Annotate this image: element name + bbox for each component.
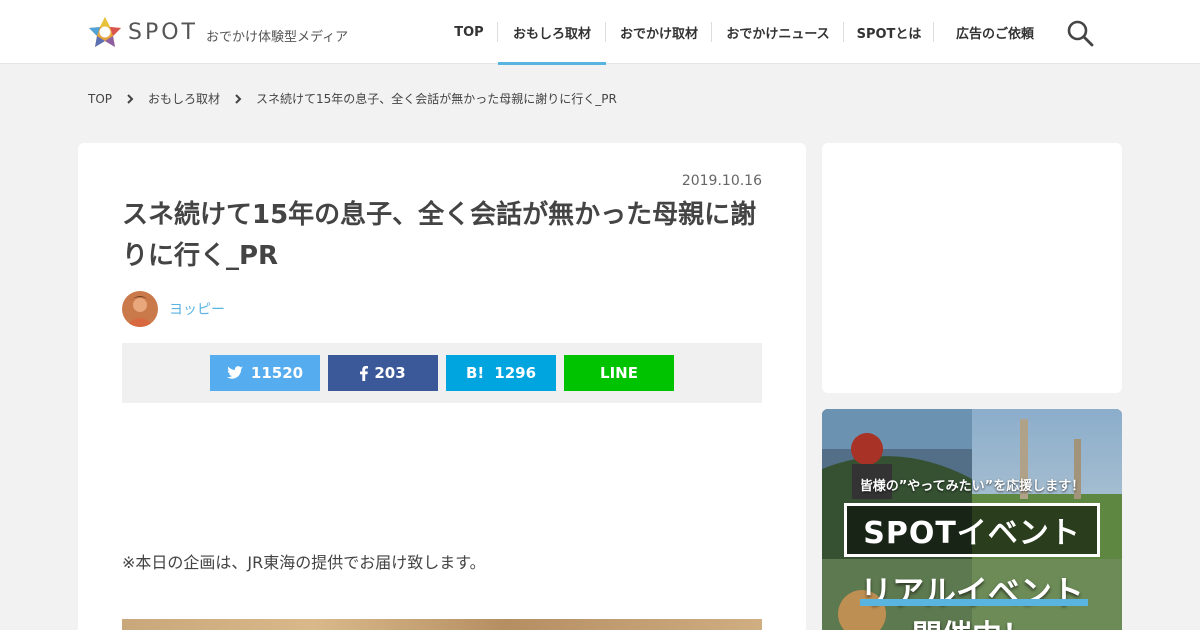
author-avatar-icon (122, 291, 158, 327)
twitter-share-button[interactable]: 11520 (210, 355, 320, 391)
line-share-button[interactable]: LINE (564, 355, 674, 391)
banner-subtitle2: 開催中！ (822, 611, 1122, 630)
article-card: 2019.10.16 スネ続けて15年の息子、全く会話が無かった母親に謝りに行く… (78, 143, 806, 630)
spot-logo-icon (89, 17, 121, 47)
article-date: 2019.10.16 (681, 173, 762, 189)
hatena-bookmark-icon: B! (465, 364, 485, 382)
nav-item-omoshiro[interactable]: おもしろ取材 (498, 0, 606, 65)
nav-label: SPOTとは (856, 26, 922, 42)
breadcrumb-current: スネ続けて15年の息子、全く会話が無かった母親に謝りに行く_PR (256, 92, 617, 106)
nav-item-about[interactable]: SPOTとは (844, 0, 934, 64)
avatar[interactable] (122, 291, 158, 327)
facebook-count: 203 (374, 364, 406, 382)
share-bar: 11520 203 B! 1296 LINE (122, 343, 762, 403)
banner-title: SPOTイベント (844, 503, 1100, 557)
sidebar-ad-slot (822, 143, 1122, 393)
twitter-count: 11520 (250, 364, 304, 382)
author-name[interactable]: ヨッピー (169, 299, 225, 319)
banner-subtitle-underline (860, 599, 1088, 606)
nav-item-odekake[interactable]: おでかけ取材 (606, 0, 712, 64)
banner-subtitle: リアルイベント (860, 573, 1084, 611)
logo-text: SPOT (128, 19, 198, 45)
nav-item-news[interactable]: おでかけニュース (712, 0, 844, 64)
article-hero-image (122, 619, 762, 630)
nav-item-top[interactable]: TOP (440, 0, 498, 64)
breadcrumb: TOP おもしろ取材 スネ続けて15年の息子、全く会話が無かった母親に謝りに行く… (88, 90, 617, 107)
author-info: ヨッピー (122, 291, 225, 327)
breadcrumb-top[interactable]: TOP (88, 92, 112, 106)
article-intro: ※本日の企画は、JR東海の提供でお届け致します。 (122, 553, 486, 572)
banner-tagline: 皆様の”やってみたい”を応援します！ (859, 479, 1085, 494)
site-header: SPOT おでかけ体験型メディア TOP おもしろ取材 おでかけ取材 おでかけニ… (0, 0, 1200, 65)
hatena-bookmark-button[interactable]: B! 1296 (446, 355, 556, 391)
nav-item-ads[interactable]: 広告のご依頼 (934, 0, 1056, 64)
nav-label: おでかけニュース (726, 26, 830, 42)
spot-event-banner[interactable]: 皆様の”やってみたい”を応援します！ SPOTイベント リアルイベント 開催中！ (822, 409, 1122, 630)
hatena-count: 1296 (494, 364, 537, 382)
main-nav: TOP おもしろ取材 おでかけ取材 おでかけニュース SPOTとは 広告のご依頼 (440, 0, 1056, 65)
nav-label: TOP (454, 24, 484, 40)
site-logo[interactable]: SPOT おでかけ体験型メディア (88, 16, 348, 48)
chevron-right-icon (235, 93, 242, 104)
search-icon[interactable] (1066, 19, 1094, 47)
nav-label: おでかけ取材 (619, 26, 698, 42)
article-title: スネ続けて15年の息子、全く会話が無かった母親に謝りに行く_PR (122, 200, 757, 271)
facebook-share-button[interactable]: 203 (328, 355, 438, 391)
line-label: LINE (600, 364, 638, 382)
nav-label: 広告のご依頼 (955, 26, 1034, 42)
breadcrumb-category[interactable]: おもしろ取材 (148, 90, 220, 107)
chevron-right-icon (127, 93, 134, 104)
facebook-f-icon (360, 365, 369, 381)
twitter-bird-icon (226, 366, 243, 380)
nav-label: おもしろ取材 (512, 26, 591, 42)
logo-tagline: おでかけ体験型メディア (206, 29, 349, 45)
